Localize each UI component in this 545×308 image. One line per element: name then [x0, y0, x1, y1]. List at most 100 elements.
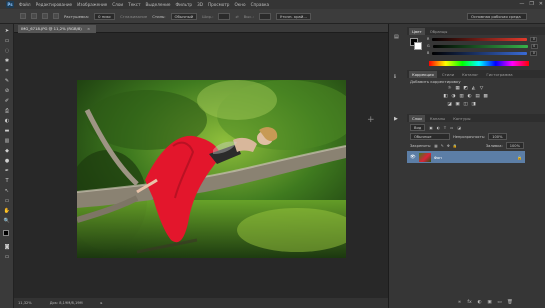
vibrance-adjust-icon[interactable]: ▽ [479, 86, 484, 91]
gradient-map-adjust-icon[interactable]: ◨ [471, 102, 476, 107]
add-selection-icon[interactable] [31, 13, 37, 19]
lock-all-icon[interactable]: 🔒 [453, 144, 457, 148]
crop-tool-icon[interactable]: ⌗ [3, 68, 11, 75]
levels-adjust-icon[interactable]: ▦ [455, 86, 460, 91]
brush-tool-icon[interactable]: ✐ [3, 98, 11, 105]
tab-catalog[interactable]: Каталог [459, 71, 481, 78]
color-balance-adjust-icon[interactable]: ◑ [451, 94, 456, 99]
color-spectrum-bar[interactable] [429, 61, 529, 66]
tab-channels[interactable]: Каналы [427, 115, 448, 122]
zoom-tool-icon[interactable]: 🔍 [3, 218, 11, 225]
hand-tool-icon[interactable]: ✋ [3, 208, 11, 215]
menu-3d[interactable]: 3D [197, 2, 203, 7]
menu-view[interactable]: Просмотр [208, 2, 230, 7]
menu-file[interactable]: Файл [19, 2, 31, 7]
document-canvas[interactable] [77, 80, 346, 258]
filter-type-icon[interactable]: T [444, 126, 446, 130]
threshold-adjust-icon[interactable]: ◫ [463, 102, 468, 107]
path-select-tool-icon[interactable]: ↖ [3, 188, 11, 195]
green-value[interactable]: 0 [530, 43, 538, 49]
tab-histogram[interactable]: Гистограмма [483, 71, 515, 78]
filter-adjust-icon[interactable]: ◐ [437, 126, 440, 130]
opacity-input[interactable]: 100% [488, 133, 507, 140]
document-info[interactable]: Док: 8,19M/8,19M [50, 298, 83, 308]
layer-kind-select[interactable]: Вид [410, 124, 426, 131]
layer-visibility-eye-icon[interactable]: 👁 [410, 155, 416, 160]
blur-tool-icon[interactable]: ◆ [3, 148, 11, 155]
delete-layer-icon[interactable]: 🗑 [507, 300, 513, 305]
menu-filter[interactable]: Фильтр [176, 2, 193, 7]
add-mask-icon[interactable]: ◐ [477, 300, 482, 305]
stamp-tool-icon[interactable]: ⎙ [3, 108, 11, 115]
lock-paint-icon[interactable]: ✎ [441, 144, 444, 148]
workspace-select[interactable]: Основная рабочая среда [467, 12, 527, 20]
menu-image[interactable]: Изображение [77, 2, 107, 7]
swap-icon[interactable]: ⇄ [235, 14, 238, 19]
curves-adjust-icon[interactable]: ◩ [463, 86, 468, 91]
intersect-selection-icon[interactable] [53, 13, 59, 19]
lasso-tool-icon[interactable]: ◌ [3, 48, 11, 55]
gradient-tool-icon[interactable]: ▥ [3, 138, 11, 145]
add-style-icon[interactable]: fx [467, 300, 472, 305]
zoom-level[interactable]: 11,32% [18, 298, 32, 308]
quick-select-tool-icon[interactable]: ✱ [3, 58, 11, 65]
status-arrow-icon[interactable]: ▸ [101, 298, 103, 308]
refine-edge-button[interactable]: Уточн. край... [275, 12, 311, 20]
red-slider[interactable] [432, 37, 528, 41]
type-tool-icon[interactable]: T [3, 178, 11, 185]
eyedropper-tool-icon[interactable]: ✎ [3, 78, 11, 85]
brightness-adjust-icon[interactable]: ☼ [447, 86, 452, 91]
filter-shape-icon[interactable]: ▭ [450, 126, 453, 130]
channel-mixer-adjust-icon[interactable]: ▤ [475, 94, 480, 99]
blend-mode-select[interactable]: Обычные [410, 133, 450, 140]
dodge-tool-icon[interactable]: ● [3, 158, 11, 165]
tab-color[interactable]: Цвет [409, 28, 425, 35]
photo-filter-adjust-icon[interactable]: ◐ [467, 94, 472, 99]
color-lookup-adjust-icon[interactable]: ▩ [483, 94, 488, 99]
lock-move-icon[interactable]: ✥ [447, 144, 450, 148]
style-select[interactable]: Обычный [170, 12, 198, 20]
filter-smart-icon[interactable]: ◪ [457, 126, 460, 130]
history-brush-tool-icon[interactable]: ◐ [3, 118, 11, 125]
menu-type[interactable]: Текст [128, 2, 140, 7]
antialias-checkbox[interactable]: Сглаживание [120, 14, 147, 19]
new-selection-icon[interactable] [20, 13, 26, 19]
link-layers-icon[interactable]: ∞ [457, 300, 462, 305]
quick-mask-icon[interactable]: ◙ [3, 244, 11, 251]
new-layer-icon[interactable]: ▭ [497, 300, 502, 305]
color-bg-swatch[interactable] [414, 42, 422, 50]
foreground-color-swatch[interactable] [3, 230, 9, 236]
menu-select[interactable]: Выделение [146, 2, 171, 7]
shape-tool-icon[interactable]: ▭ [3, 198, 11, 205]
invert-adjust-icon[interactable]: ◪ [447, 102, 452, 107]
play-panel-icon[interactable]: ▶ [394, 116, 398, 122]
subtract-selection-icon[interactable] [42, 13, 48, 19]
width-input[interactable] [218, 12, 231, 20]
screen-mode-icon[interactable]: ▭ [3, 254, 11, 261]
menu-edit[interactable]: Редактирование [36, 2, 73, 7]
eraser-tool-icon[interactable]: ▬ [3, 128, 11, 135]
tab-swatches[interactable]: Образцы [427, 28, 451, 35]
layer-name[interactable]: Фон [434, 155, 442, 160]
close-document-icon[interactable]: × [87, 26, 90, 31]
blue-slider[interactable] [432, 51, 528, 55]
marquee-tool-icon[interactable]: ▭ [3, 38, 11, 45]
history-panel-icon[interactable]: ▤ [394, 34, 399, 40]
filter-pixel-icon[interactable]: ▣ [429, 126, 432, 130]
document-tab[interactable]: IMG_6718.JPG @ 11,2% (RGB/8) × [18, 25, 97, 33]
pen-tool-icon[interactable]: ✒ [3, 168, 11, 175]
fill-input[interactable]: 100% [505, 142, 524, 149]
tab-styles[interactable]: Стили [439, 71, 457, 78]
posterize-adjust-icon[interactable]: ▣ [455, 102, 460, 107]
menu-window[interactable]: Окно [234, 2, 245, 7]
layer-row-background[interactable]: 👁 Фон 🔒 [407, 151, 525, 163]
move-tool-icon[interactable]: ➤ [3, 28, 11, 35]
menu-help[interactable]: Справка [251, 2, 269, 7]
hue-saturation-adjust-icon[interactable]: ◧ [443, 94, 448, 99]
close-button[interactable]: ✕ [539, 1, 543, 7]
blue-value[interactable]: 0 [530, 50, 538, 56]
lock-pixels-icon[interactable]: ▦ [434, 144, 437, 148]
height-input[interactable] [258, 12, 271, 20]
green-slider[interactable] [432, 44, 528, 48]
minimize-button[interactable]: — [519, 1, 524, 7]
